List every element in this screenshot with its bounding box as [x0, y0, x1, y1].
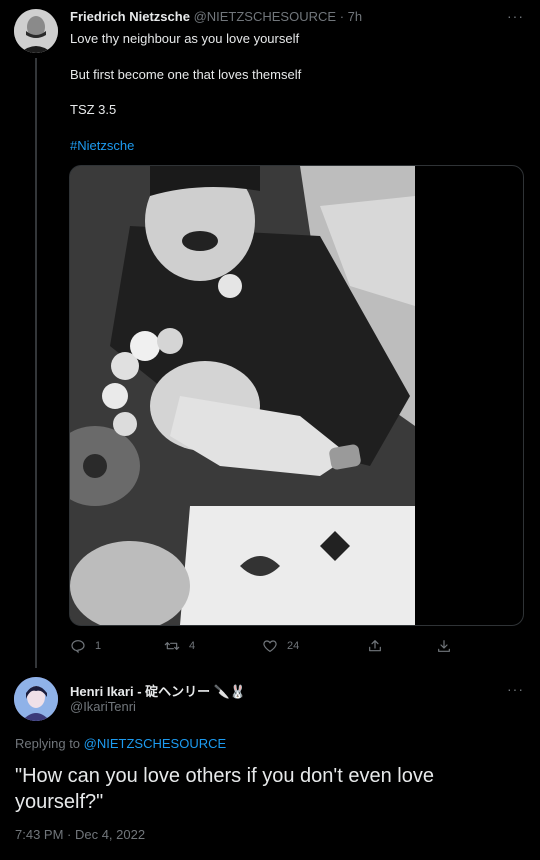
- download-icon: [438, 640, 450, 652]
- reply-button[interactable]: 1: [70, 638, 101, 654]
- author-name[interactable]: Friedrich Nietzsche: [70, 9, 190, 24]
- retweet-icon: [164, 642, 180, 650]
- more-icon[interactable]: ···: [507, 8, 524, 24]
- thread-connector: [35, 58, 37, 668]
- author-handle[interactable]: @NIETZSCHESOURCE: [194, 9, 337, 24]
- author-avatar[interactable]: [14, 9, 58, 53]
- replying-mention[interactable]: @NIETZSCHESOURCE: [84, 736, 227, 751]
- replying-to: Replying to @NIETZSCHESOURCE: [15, 736, 226, 751]
- like-icon: [263, 640, 277, 653]
- tweet-time[interactable]: · 7h: [340, 9, 362, 24]
- reply-author-name[interactable]: Henri Ikari - 碇ヘンリー 🔪🐰: [70, 681, 246, 700]
- reply-text: "How can you love others if you don't ev…: [15, 765, 434, 813]
- tweet-photo[interactable]: [70, 166, 415, 625]
- like-button[interactable]: 24: [262, 638, 299, 654]
- replying-prefix: Replying to: [15, 736, 81, 751]
- retweet-count: 4: [189, 640, 196, 652]
- reply-more-icon[interactable]: ···: [507, 681, 524, 697]
- share-icon: [369, 640, 381, 652]
- reply-timestamp[interactable]: 7:43 PM · Dec 4, 2022: [15, 827, 145, 842]
- tweet-text-line-3: TSZ 3.5: [70, 102, 117, 117]
- download-button[interactable]: [436, 638, 452, 654]
- tweet-actions: 1 4 24: [70, 638, 460, 656]
- retweet-button[interactable]: 4: [164, 638, 195, 654]
- tweet-text-line-1: Love thy neighbour as you love yourself: [70, 31, 300, 46]
- tweet-media[interactable]: [69, 165, 524, 626]
- reply-icon: [71, 640, 85, 654]
- tweet-text-line-2: But first become one that loves themself: [70, 67, 302, 82]
- reply-author-handle[interactable]: @IkariTenri: [70, 699, 136, 714]
- share-button[interactable]: [367, 638, 383, 654]
- reply-count: 1: [95, 640, 102, 652]
- tweet-header: Friedrich Nietzsche @NIETZSCHESOURCE · 7…: [70, 9, 362, 24]
- like-count: 24: [287, 640, 300, 652]
- reply-author-avatar[interactable]: [14, 677, 58, 721]
- hashtag-link[interactable]: #Nietzsche: [70, 138, 134, 153]
